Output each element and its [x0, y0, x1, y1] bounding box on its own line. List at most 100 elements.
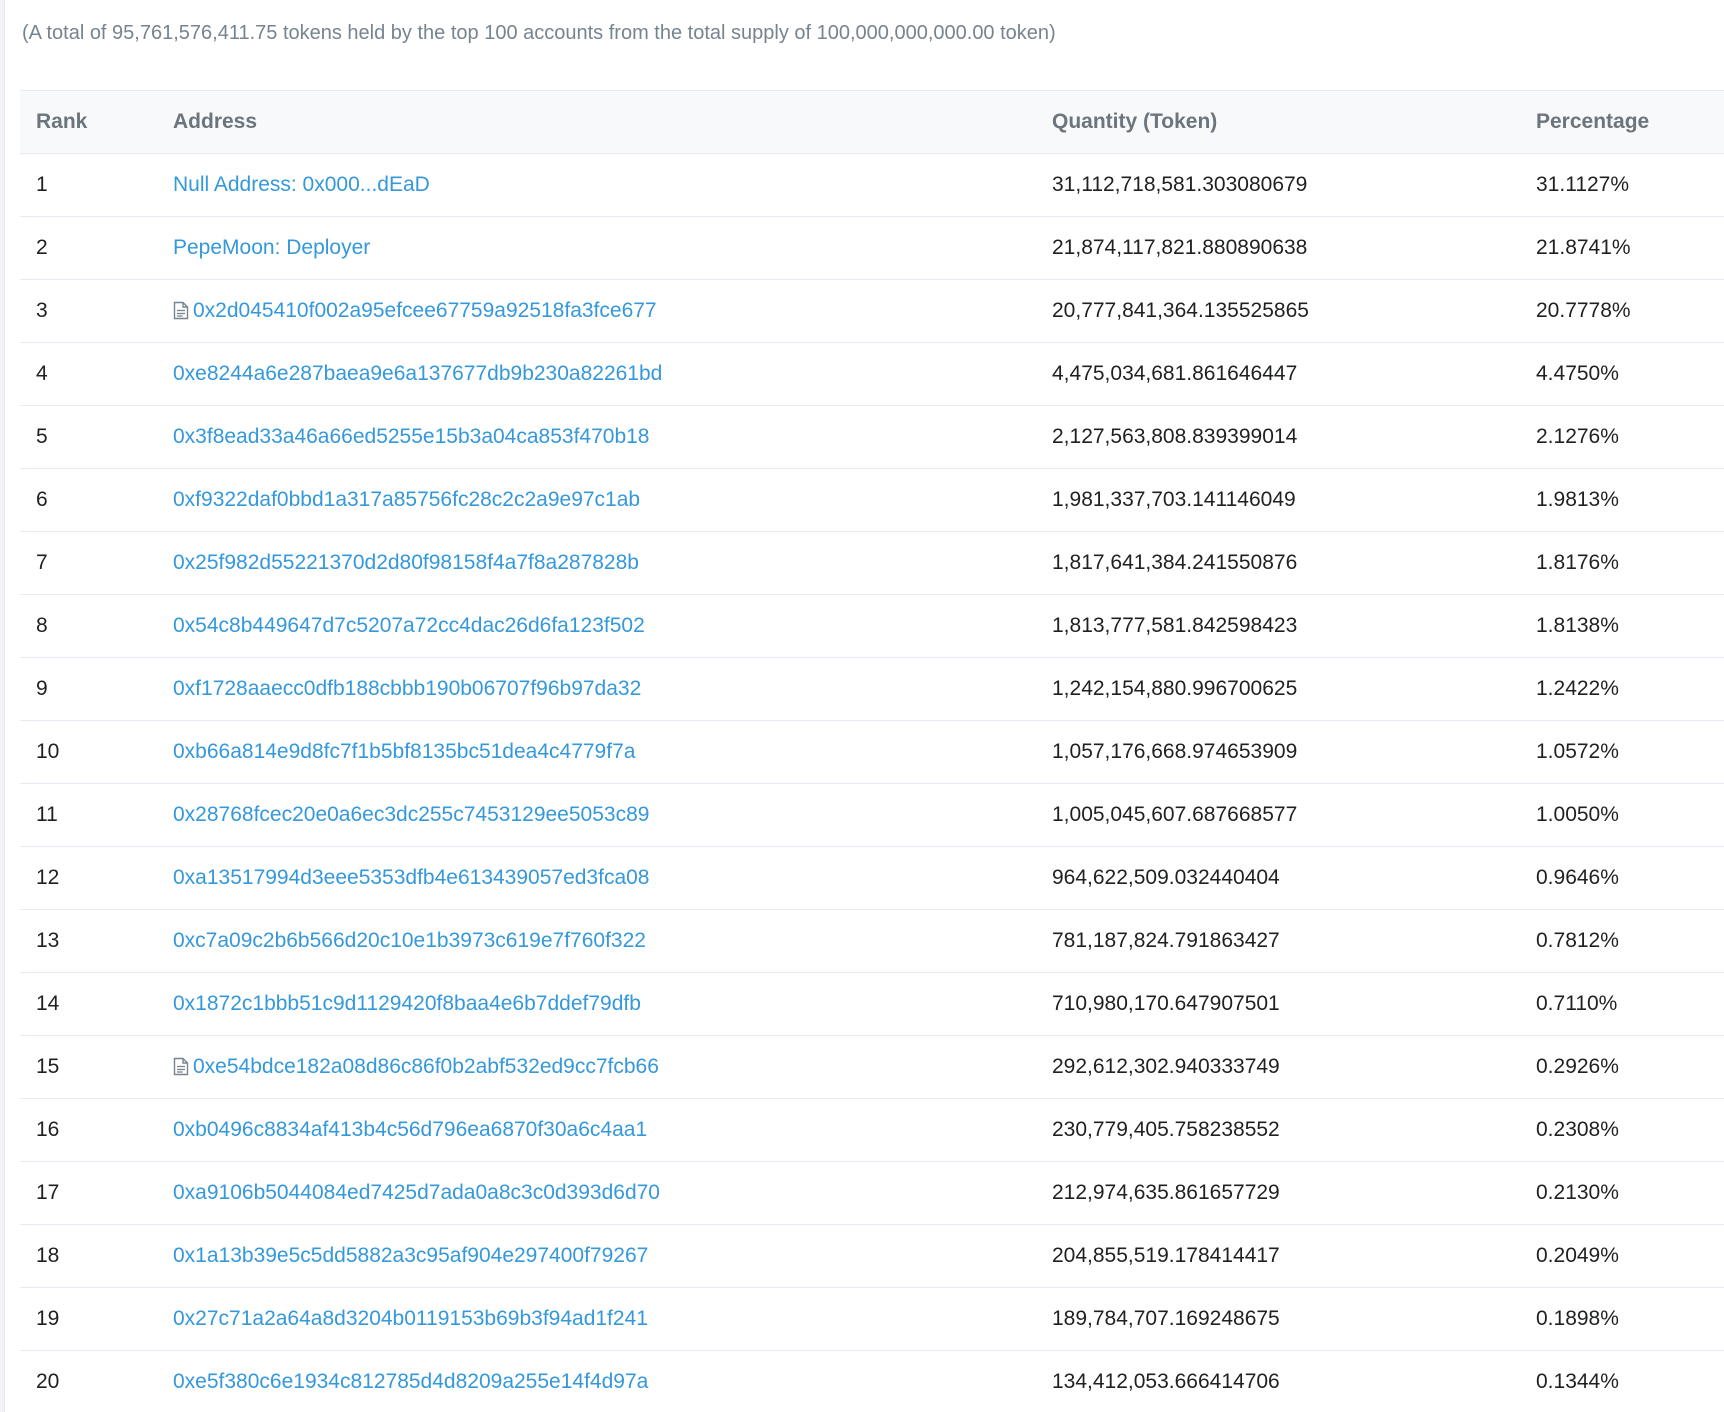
holder-address-link[interactable]: 0x3f8ead33a46a66ed5255e15b3a04ca853f470b… — [173, 425, 649, 448]
quantity-cell: 204,855,519.178414417 — [1036, 1224, 1520, 1288]
holder-address-link[interactable]: 0xb0496c8834af413b4c56d796ea6870f30a6c4a… — [173, 1118, 647, 1141]
holder-address-link[interactable]: 0x1872c1bbb51c9d1129420f8baa4e6b7ddef79d… — [173, 992, 641, 1015]
holder-address-link[interactable]: 0xf1728aaecc0dfb188cbbb190b06707f96b97da… — [173, 677, 641, 700]
rank-cell: 10 — [20, 720, 157, 784]
percentage-cell: 0.2130% — [1520, 1161, 1724, 1225]
holder-address-link[interactable]: 0x25f982d55221370d2d80f98158f4a7f8a28782… — [173, 551, 639, 574]
address-cell: 0xf1728aaecc0dfb188cbbb190b06707f96b97da… — [157, 657, 1036, 721]
rank-cell: 11 — [20, 783, 157, 847]
table-row: 12 0xa13517994d3eee5353dfb4e613439057ed3f… — [20, 846, 1724, 910]
percentage-cell: 0.7812% — [1520, 909, 1724, 973]
address-cell: Null Address: 0x000...dEaD — [157, 153, 1036, 217]
rank-cell: 13 — [20, 909, 157, 973]
table-row: 11 0x28768fcec20e0a6ec3dc255c7453129ee505… — [20, 783, 1724, 847]
quantity-cell: 964,622,509.032440404 — [1036, 846, 1520, 910]
quantity-cell: 781,187,824.791863427 — [1036, 909, 1520, 973]
address-cell: 0x25f982d55221370d2d80f98158f4a7f8a28782… — [157, 531, 1036, 595]
table-body: 1 Null Address: 0x000...dEaD 31,112,718,58… — [20, 153, 1724, 1412]
address-cell: 0x2d045410f002a95efcee67759a92518fa3fce6… — [157, 279, 1036, 343]
rank-cell: 1 — [20, 153, 157, 217]
table-row: 3 0x2d045410f002a95efcee67759a92518fa3fce… — [20, 279, 1724, 343]
table-row: 6 0xf9322daf0bbd1a317a85756fc28c2c2a9e97c… — [20, 468, 1724, 532]
address-cell: 0xe5f380c6e1934c812785d4d8209a255e14f4d9… — [157, 1350, 1036, 1412]
table-row: 2 PepeMoon: Deployer 21,874,117,821.880890… — [20, 216, 1724, 280]
table-row: 4 0xe8244a6e287baea9e6a137677db9b230a8226… — [20, 342, 1724, 406]
address-cell: 0x3f8ead33a46a66ed5255e15b3a04ca853f470b… — [157, 405, 1036, 469]
quantity-cell: 20,777,841,364.135525865 — [1036, 279, 1520, 343]
holder-address-link[interactable]: 0xb66a814e9d8fc7f1b5bf8135bc51dea4c4779f… — [173, 740, 635, 763]
quantity-cell: 1,981,337,703.141146049 — [1036, 468, 1520, 532]
holder-address-link[interactable]: 0xa13517994d3eee5353dfb4e613439057ed3fca… — [173, 866, 649, 889]
percentage-cell: 21.8741% — [1520, 216, 1724, 280]
percentage-cell: 31.1127% — [1520, 153, 1724, 217]
rank-cell: 19 — [20, 1287, 157, 1351]
quantity-cell: 21,874,117,821.880890638 — [1036, 216, 1520, 280]
address-cell: 0x27c71a2a64a8d3204b0119153b69b3f94ad1f2… — [157, 1287, 1036, 1351]
address-cell: 0x54c8b449647d7c5207a72cc4dac26d6fa123f5… — [157, 594, 1036, 658]
holder-address-link[interactable]: 0x54c8b449647d7c5207a72cc4dac26d6fa123f5… — [173, 614, 645, 637]
token-holders-page: (A total of 95,761,576,411.75 tokens hel… — [0, 0, 1724, 1412]
holder-address-link[interactable]: 0x2d045410f002a95efcee67759a92518fa3fce6… — [193, 299, 657, 322]
rank-cell: 20 — [20, 1350, 157, 1412]
address-cell: 0xa13517994d3eee5353dfb4e613439057ed3fca… — [157, 846, 1036, 910]
table-row: 9 0xf1728aaecc0dfb188cbbb190b06707f96b97d… — [20, 657, 1724, 721]
rank-cell: 2 — [20, 216, 157, 280]
holder-address-link[interactable]: 0x1a13b39e5c5dd5882a3c95af904e297400f792… — [173, 1244, 648, 1267]
table-row: 13 0xc7a09c2b6b566d20c10e1b3973c619e7f760… — [20, 909, 1724, 973]
column-header-quantity: Quantity (Token) — [1036, 90, 1520, 154]
rank-cell: 6 — [20, 468, 157, 532]
rank-cell: 9 — [20, 657, 157, 721]
rank-cell: 14 — [20, 972, 157, 1036]
holder-address-link[interactable]: 0x27c71a2a64a8d3204b0119153b69b3f94ad1f2… — [173, 1307, 648, 1330]
percentage-cell: 4.4750% — [1520, 342, 1724, 406]
quantity-cell: 134,412,053.666414706 — [1036, 1350, 1520, 1412]
holder-address-link[interactable]: 0x28768fcec20e0a6ec3dc255c7453129ee5053c… — [173, 803, 649, 826]
rank-cell: 3 — [20, 279, 157, 343]
column-header-rank: Rank — [20, 90, 157, 154]
contract-file-icon — [173, 301, 189, 320]
holder-address-link[interactable]: 0xe8244a6e287baea9e6a137677db9b230a82261… — [173, 362, 662, 385]
quantity-cell: 1,242,154,880.996700625 — [1036, 657, 1520, 721]
address-cell: 0x28768fcec20e0a6ec3dc255c7453129ee5053c… — [157, 783, 1036, 847]
percentage-cell: 0.2049% — [1520, 1224, 1724, 1288]
quantity-cell: 710,980,170.647907501 — [1036, 972, 1520, 1036]
table-row: 18 0x1a13b39e5c5dd5882a3c95af904e297400f7… — [20, 1224, 1724, 1288]
quantity-cell: 212,974,635.861657729 — [1036, 1161, 1520, 1225]
quantity-cell: 1,817,641,384.241550876 — [1036, 531, 1520, 595]
address-cell: 0xa9106b5044084ed7425d7ada0a8c3c0d393d6d… — [157, 1161, 1036, 1225]
holder-address-link[interactable]: 0xe54bdce182a08d86c86f0b2abf532ed9cc7fcb… — [193, 1055, 659, 1078]
holder-address-link[interactable]: Null Address: 0x000...dEaD — [173, 173, 430, 196]
percentage-cell: 1.0572% — [1520, 720, 1724, 784]
rank-cell: 4 — [20, 342, 157, 406]
rank-cell: 5 — [20, 405, 157, 469]
quantity-cell: 189,784,707.169248675 — [1036, 1287, 1520, 1351]
rank-cell: 8 — [20, 594, 157, 658]
quantity-cell: 4,475,034,681.861646447 — [1036, 342, 1520, 406]
table-header: Rank Address Quantity (Token) Percentage — [20, 90, 1724, 154]
percentage-cell: 0.9646% — [1520, 846, 1724, 910]
table-row: 20 0xe5f380c6e1934c812785d4d8209a255e14f4… — [20, 1350, 1724, 1412]
address-cell: PepeMoon: Deployer — [157, 216, 1036, 280]
holder-address-link[interactable]: 0xf9322daf0bbd1a317a85756fc28c2c2a9e97c1… — [173, 488, 640, 511]
rank-cell: 7 — [20, 531, 157, 595]
rank-cell: 15 — [20, 1035, 157, 1099]
quantity-cell: 2,127,563,808.839399014 — [1036, 405, 1520, 469]
address-cell: 0xc7a09c2b6b566d20c10e1b3973c619e7f760f3… — [157, 909, 1036, 973]
holder-address-link[interactable]: 0xa9106b5044084ed7425d7ada0a8c3c0d393d6d… — [173, 1181, 660, 1204]
rank-cell: 16 — [20, 1098, 157, 1162]
percentage-cell: 0.1344% — [1520, 1350, 1724, 1412]
holder-address-link[interactable]: PepeMoon: Deployer — [173, 236, 370, 259]
rank-cell: 17 — [20, 1161, 157, 1225]
percentage-cell: 0.1898% — [1520, 1287, 1724, 1351]
percentage-cell: 1.0050% — [1520, 783, 1724, 847]
quantity-cell: 1,813,777,581.842598423 — [1036, 594, 1520, 658]
table-header-row: Rank Address Quantity (Token) Percentage — [20, 90, 1724, 154]
rank-cell: 12 — [20, 846, 157, 910]
holder-address-link[interactable]: 0xe5f380c6e1934c812785d4d8209a255e14f4d9… — [173, 1370, 648, 1393]
table-row: 14 0x1872c1bbb51c9d1129420f8baa4e6b7ddef7… — [20, 972, 1724, 1036]
token-holders-table: Rank Address Quantity (Token) Percentage… — [20, 90, 1724, 1412]
table-row: 15 0xe54bdce182a08d86c86f0b2abf532ed9cc7f… — [20, 1035, 1724, 1099]
holder-address-link[interactable]: 0xc7a09c2b6b566d20c10e1b3973c619e7f760f3… — [173, 929, 646, 952]
holders-summary-text: (A total of 95,761,576,411.75 tokens hel… — [22, 22, 1056, 44]
table-row: 10 0xb66a814e9d8fc7f1b5bf8135bc51dea4c477… — [20, 720, 1724, 784]
